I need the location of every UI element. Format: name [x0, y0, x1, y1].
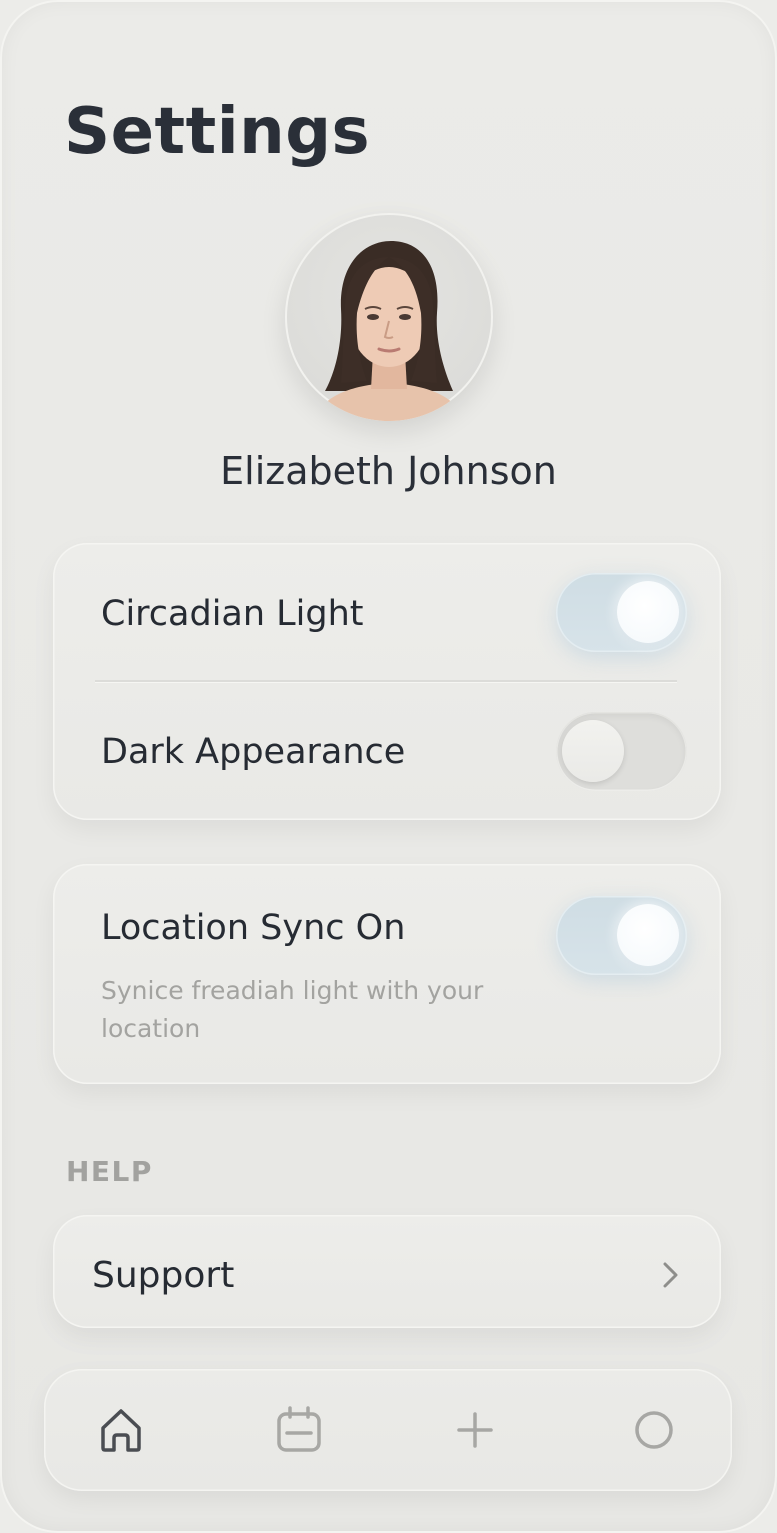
location-sync-description: Synice freadiah light with your location [101, 976, 484, 1043]
toggle-knob [617, 904, 679, 966]
tab-home[interactable] [95, 1404, 147, 1456]
dark-appearance-toggle[interactable] [556, 712, 687, 791]
tab-profile[interactable] [628, 1404, 680, 1456]
support-label: Support [92, 1255, 235, 1296]
help-section-header: HELP [66, 1155, 153, 1188]
user-name: Elizabeth Johnson [220, 449, 557, 493]
circadian-light-toggle[interactable] [556, 573, 687, 652]
tab-add[interactable] [449, 1404, 501, 1456]
tab-calendar[interactable] [273, 1404, 325, 1456]
settings-screen: Settings Elizabeth Johnson Circadian Lig… [0, 0, 777, 1533]
location-sync-label: Location Sync On [101, 908, 406, 948]
dark-appearance-label: Dark Appearance [101, 732, 406, 772]
calendar-icon [277, 1406, 321, 1452]
user-portrait-icon [315, 241, 463, 421]
toggle-knob [617, 581, 679, 643]
circadian-light-label: Circadian Light [101, 594, 364, 634]
location-sync-toggle[interactable] [556, 896, 687, 975]
circle-icon [635, 1411, 673, 1449]
toggle-knob [562, 720, 624, 782]
plus-icon [457, 1412, 493, 1448]
page-title: Settings [64, 95, 371, 169]
chevron-right-icon [663, 1262, 678, 1288]
home-icon [101, 1409, 141, 1452]
avatar[interactable] [285, 213, 493, 421]
divider [95, 680, 677, 682]
